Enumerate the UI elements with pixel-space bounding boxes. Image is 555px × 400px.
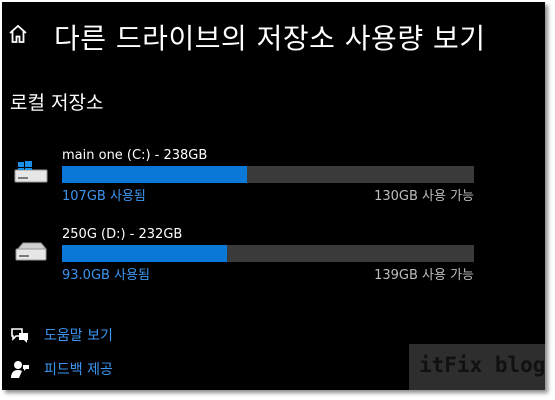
home-button[interactable] [8,23,28,45]
drive-c-item[interactable]: main one (C:) - 238GB 107GB 사용됨 130GB 사용… [2,148,545,212]
used-space: 93.0GB 사용됨 [62,268,150,283]
home-icon [9,24,27,43]
watermark-text: itFix blog [419,353,545,377]
section-title-local-storage: 로컬 저장소 [10,92,104,114]
usage-bar [62,245,474,262]
storage-settings-window: 다른 드라이브의 저장소 사용량 보기 로컬 저장소 main one (C:)… [2,2,545,390]
feedback-person-icon [11,361,29,378]
page-title: 다른 드라이브의 저장소 사용량 보기 [54,22,486,55]
used-space: 107GB 사용됨 [62,189,146,204]
give-feedback-link[interactable]: 피드백 제공 [2,357,202,381]
get-help-link[interactable]: 도움말 보기 [2,323,202,347]
page-header: 다른 드라이브의 저장소 사용량 보기 [2,14,545,55]
help-chat-icon [11,328,28,343]
usage-bar [62,166,474,183]
drive-d-item[interactable]: 250G (D:) - 232GB 93.0GB 사용됨 139GB 사용 가능 [2,227,545,291]
free-space: 139GB 사용 가능 [374,268,474,283]
usage-bar-fill [62,245,227,262]
get-help-label: 도움말 보기 [44,328,113,344]
usage-bar-fill [62,166,248,183]
drive-icon [15,242,48,261]
drive-name: 250G (D:) - 232GB [62,227,183,242]
give-feedback-label: 피드백 제공 [44,362,113,378]
free-space: 130GB 사용 가능 [374,189,474,204]
windows-drive-icon [14,161,48,183]
watermark: itFix blog [409,344,545,390]
drive-name: main one (C:) - 238GB [62,148,208,163]
